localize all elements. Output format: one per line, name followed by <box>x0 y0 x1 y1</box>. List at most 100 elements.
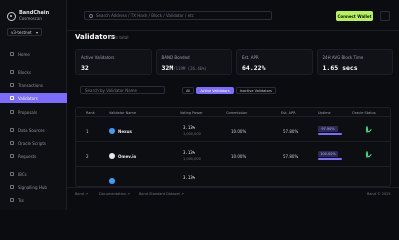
voting-power-cell: 3.13% 1,000,000 <box>183 125 201 136</box>
uptime-cell: 97.90% <box>318 126 342 135</box>
sidebar: BandChain Cosmoscan v3-testnet ▾ Home Bl… <box>0 0 67 210</box>
table-row[interactable]: 1 Nexus 3.13% 1,000,000 10.00% 57.80% 97… <box>76 118 390 142</box>
sidebar-item-ibcs[interactable]: IBCs <box>6 169 66 179</box>
sidebar-item-blocks[interactable]: Blocks <box>6 67 66 77</box>
stat-value: 1.65 secs <box>323 64 388 72</box>
home-icon <box>10 52 14 56</box>
sidebar-item-transactions[interactable]: Transactions <box>6 80 66 90</box>
header-oracle-status[interactable]: Oracle Status <box>352 111 376 115</box>
search-icon <box>89 13 93 18</box>
sidebar-item-signalling-hub[interactable]: Signalling Hub <box>6 182 66 192</box>
stat-value-main: 1.65 secs <box>322 64 358 72</box>
network-selected-label: v3-testnet <box>11 29 32 35</box>
filter-inactive-button[interactable]: Inactive Validators <box>235 87 276 94</box>
validator-name-cell[interactable]: Nexus <box>109 128 132 134</box>
validator-filter-pills: All Active Validators Inactive Validator… <box>182 87 276 94</box>
global-search-input[interactable]: Search Address / TX Hash / Block / Valid… <box>84 11 272 20</box>
connect-wallet-button[interactable]: Connect Wallet <box>336 11 373 21</box>
stat-value-main: 32 <box>81 64 89 72</box>
sidebar-item-requests[interactable]: Requests <box>6 151 66 161</box>
voting-power-pct: 3.13% <box>183 125 196 130</box>
stat-value: 64.22% <box>242 64 307 72</box>
sidebar-item-validators[interactable]: Validators <box>0 93 67 103</box>
footer-link-band[interactable]: Band ↗ <box>75 192 88 196</box>
voting-power-pct: 3.13% <box>183 150 196 155</box>
sidebar-item-proposals[interactable]: Proposals <box>6 107 66 117</box>
validator-search-input[interactable]: Search by Validator Name <box>80 86 165 94</box>
header-uptime[interactable]: Uptime <box>318 111 331 115</box>
footer-link-dataset[interactable]: Band Standard Dataset ↗ <box>139 192 184 196</box>
requests-icon <box>10 154 14 158</box>
brand-logo[interactable]: BandChain Cosmoscan <box>7 11 49 21</box>
oracle-status-ok-icon <box>366 126 368 133</box>
header-validator-name[interactable]: Validator Name <box>109 111 136 115</box>
sidebar-item-label: Home <box>18 51 30 57</box>
transactions-icon <box>10 83 14 87</box>
sidebar-item-label: Oracle Scripts <box>18 140 46 146</box>
voting-power-pct: 3.13% <box>183 175 196 180</box>
blocks-icon <box>10 70 14 74</box>
sidebar-item-label: Blocks <box>18 69 31 75</box>
ibc-icon <box>10 172 14 176</box>
apr-cell: 57.80% <box>283 154 299 159</box>
sidebar-item-label: Requests <box>18 153 37 159</box>
uptime-value: 97.90% <box>318 126 338 132</box>
signalling-icon <box>10 185 14 189</box>
stat-card-block-time: 24H AVG Block Time 1.65 secs <box>316 49 393 75</box>
top-bar: Search Address / TX Hash / Block / Valid… <box>67 0 399 31</box>
validator-avatar <box>109 128 115 134</box>
stat-label: Active Validators <box>81 55 115 60</box>
chevron-down-icon: ▾ <box>35 29 38 35</box>
header-voting-power[interactable]: Voting Power <box>180 111 203 115</box>
sidebar-item-label: Transactions <box>18 82 43 88</box>
sidebar-item-home[interactable]: Home <box>6 49 66 59</box>
validator-avatar <box>109 178 115 184</box>
brand-line2: Cosmoscan <box>19 16 42 21</box>
footer-copyright: Band © 2025 <box>367 192 391 196</box>
uptime-cell: 100.00% <box>318 151 342 160</box>
uptime-fill <box>318 158 342 160</box>
table-header: Rank Validator Name Voting Power Commiss… <box>76 108 390 117</box>
stat-label: Est. APR <box>242 55 259 60</box>
validator-name-cell[interactable]: Omev.io <box>109 153 136 159</box>
validators-icon <box>10 96 14 100</box>
stat-value: 32M/119M (26.46%) <box>162 64 227 72</box>
sidebar-item-oracle-scripts[interactable]: Oracle Scripts <box>6 138 66 148</box>
uptime-bar <box>318 133 342 135</box>
table-row[interactable]: 2 Omev.io 3.13% 1,000,000 10.00% 57.80% … <box>76 143 390 167</box>
brand-name: BandChain Cosmoscan <box>19 11 49 22</box>
apr-cell: 57.80% <box>283 129 299 134</box>
filter-all-button[interactable]: All <box>182 87 195 94</box>
sidebar-item-tss[interactable]: Tss <box>6 195 66 205</box>
stat-value-main: 64.22% <box>242 64 266 72</box>
filter-active-button[interactable]: Active Validators <box>196 87 234 94</box>
search-placeholder: Search Address / TX Hash / Block / Valid… <box>96 13 194 18</box>
theme-toggle-button[interactable] <box>380 11 390 21</box>
footer-link-docs[interactable]: Documentation ↗ <box>99 192 130 196</box>
stat-label: BAND Bonded <box>161 55 190 60</box>
header-commission[interactable]: Commission <box>226 111 247 115</box>
stat-value: 32 <box>81 64 146 72</box>
sidebar-item-data-sources[interactable]: Data Sources <box>6 125 66 135</box>
validator-name-cell[interactable] <box>109 178 115 184</box>
network-select[interactable]: v3-testnet ▾ <box>7 28 42 36</box>
stat-card-band-bonded: BAND Bonded 32M/119M (26.46%) <box>155 49 232 75</box>
validator-name: Omev.io <box>118 153 137 159</box>
stat-value-main: 32M <box>161 64 174 72</box>
header-est-apr[interactable]: Est. APR <box>281 111 296 115</box>
validators-table: Rank Validator Name Voting Power Commiss… <box>75 107 391 187</box>
rank-cell: 1 <box>86 129 89 134</box>
data-sources-icon <box>10 128 14 132</box>
footer: Band ↗ Documentation ↗ Band Standard Dat… <box>67 187 399 199</box>
voting-power-cell: 3.13% <box>183 175 195 180</box>
stats-cards: Active Validators 32 BAND Bonded 32M/119… <box>75 49 393 75</box>
oracle-scripts-icon <box>10 141 14 145</box>
sidebar-item-label: Signalling Hub <box>18 184 47 190</box>
validator-name: Nexus <box>118 128 132 134</box>
header-rank[interactable]: Rank <box>86 111 95 115</box>
table-row[interactable]: 3.13% <box>76 168 390 186</box>
sidebar-item-label: Proposals <box>18 109 38 115</box>
proposals-icon <box>10 110 14 114</box>
stat-value-sub: /119M (26.46%) <box>173 66 207 71</box>
validator-count: 84 In total <box>108 35 129 40</box>
